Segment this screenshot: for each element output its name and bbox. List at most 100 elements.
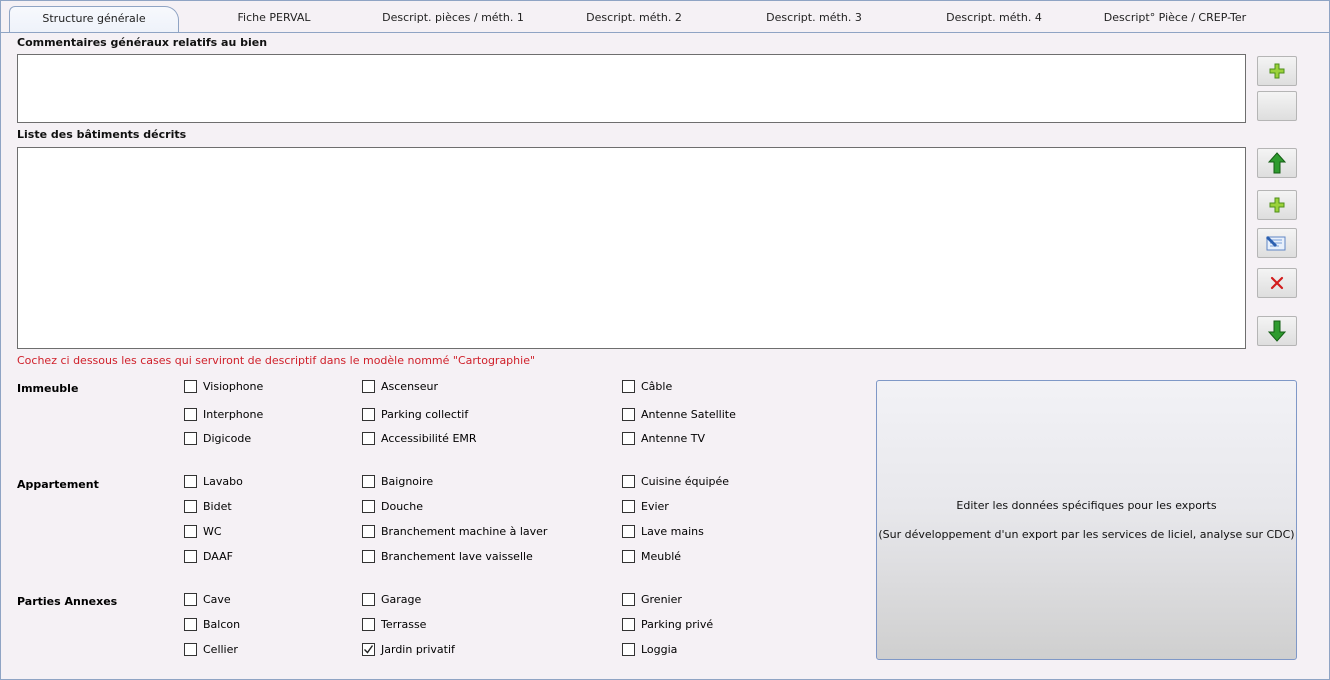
checkbox-box[interactable] [184,525,197,538]
checkbox-box[interactable] [362,380,375,393]
add-building-button[interactable] [1257,190,1297,220]
checkbox-label: Accessibilité EMR [381,432,477,445]
comments-textarea[interactable] [17,54,1246,123]
tab-descript-meth4[interactable]: Descript. méth. 4 [921,6,1067,31]
checkbox-label: Antenne TV [641,432,706,445]
checkbox-box[interactable] [362,500,375,513]
checkbox-parking-privé[interactable]: Parking privé [622,618,713,631]
tab-divider [1,32,1330,33]
checkbox-branchement-machine-à-laver[interactable]: Branchement machine à laver [362,525,547,538]
window-frame: Structure générale Fiche PERVAL Descript… [0,0,1330,680]
export-data-button[interactable]: Editer les données spécifiques pour les … [876,380,1297,660]
checkbox-box[interactable] [362,593,375,606]
checkbox-box[interactable] [184,475,197,488]
move-up-button[interactable] [1257,148,1297,178]
move-down-button[interactable] [1257,316,1297,346]
checkbox-label: Parking privé [641,618,714,631]
checkbox-box[interactable] [184,618,197,631]
add-comment-button[interactable] [1257,56,1297,86]
plus-icon [1269,63,1285,79]
checkbox-box[interactable] [362,618,375,631]
checkbox-loggia[interactable]: Loggia [622,643,677,656]
checkbox-cave[interactable]: Cave [184,593,231,606]
check-icon [364,645,374,654]
checkbox-box[interactable] [184,380,197,393]
checkbox-cellier[interactable]: Cellier [184,643,238,656]
checkbox-box[interactable] [184,432,197,445]
checkbox-box[interactable] [184,593,197,606]
checkbox-meublé[interactable]: Meublé [622,550,681,563]
checkbox-evier[interactable]: Evier [622,500,669,513]
group-label-immeuble: Immeuble [17,382,79,395]
tab-descript-meth2[interactable]: Descript. méth. 2 [561,6,707,31]
checkbox-label: Parking collectif [381,408,469,421]
checkbox-jardin-privatif[interactable]: Jardin privatif [362,643,455,656]
checkbox-terrasse[interactable]: Terrasse [362,618,426,631]
group-label-parties-annexes: Parties Annexes [17,595,118,608]
checkbox-ascenseur[interactable]: Ascenseur [362,380,438,393]
cartographie-note: Cochez ci dessous les cases qui serviron… [17,354,536,367]
tab-descript-pieces-meth1[interactable]: Descript. pièces / méth. 1 [367,6,539,31]
checkbox-box[interactable] [184,550,197,563]
checkbox-box[interactable] [622,432,635,445]
edit-icon [1266,236,1286,251]
checkbox-label: Meublé [641,550,682,563]
checkbox-box[interactable] [622,643,635,656]
checkbox-box[interactable] [622,550,635,563]
checkbox-box[interactable] [362,432,375,445]
checkbox-label: Bidet [203,500,232,513]
checkbox-digicode[interactable]: Digicode [184,432,251,445]
checkbox-box[interactable] [184,500,197,513]
checkbox-lave-mains[interactable]: Lave mains [622,525,704,538]
checkbox-grenier[interactable]: Grenier [622,593,682,606]
checkbox-box[interactable] [622,380,635,393]
buildings-label: Liste des bâtiments décrits [17,128,187,141]
checkbox-douche[interactable]: Douche [362,500,423,513]
checkbox-box[interactable] [184,643,197,656]
checkbox-box[interactable] [362,550,375,563]
delete-icon [1270,276,1284,290]
checkbox-box[interactable] [622,525,635,538]
checkbox-lavabo[interactable]: Lavabo [184,475,243,488]
delete-building-button[interactable] [1257,268,1297,298]
buildings-list[interactable] [17,147,1246,349]
checkbox-antenne-tv[interactable]: Antenne TV [622,432,705,445]
blank-comment-button[interactable] [1257,91,1297,121]
tab-fiche-perval[interactable]: Fiche PERVAL [201,6,347,31]
checkbox-box[interactable] [362,408,375,421]
checkbox-interphone[interactable]: Interphone [184,408,263,421]
checkbox-label: Ascenseur [381,380,439,393]
checkbox-daaf[interactable]: DAAF [184,550,233,563]
plus-icon [1269,197,1285,213]
checkbox-box[interactable] [362,643,375,656]
checkbox-câble[interactable]: Câble [622,380,672,393]
checkbox-parking-collectif[interactable]: Parking collectif [362,408,468,421]
checkbox-accessibilité-emr[interactable]: Accessibilité EMR [362,432,477,445]
checkbox-balcon[interactable]: Balcon [184,618,240,631]
checkbox-branchement-lave-vaisselle[interactable]: Branchement lave vaisselle [362,550,533,563]
checkbox-box[interactable] [362,525,375,538]
checkbox-box[interactable] [622,618,635,631]
tab-structure-generale[interactable]: Structure générale [9,6,179,33]
checkbox-label: Cuisine équipée [641,475,730,488]
export-panel-title: Editer les données spécifiques pour les … [956,499,1217,512]
checkbox-visiophone[interactable]: Visiophone [184,380,263,393]
checkbox-box[interactable] [622,500,635,513]
edit-building-button[interactable] [1257,228,1297,258]
tab-descript-piece-crep[interactable]: Descript° Pièce / CREP-Ter [1097,6,1253,31]
checkbox-baignoire[interactable]: Baignoire [362,475,433,488]
checkbox-box[interactable] [622,475,635,488]
checkbox-cuisine-équipée[interactable]: Cuisine équipée [622,475,729,488]
checkbox-label: Antenne Satellite [641,408,736,421]
checkbox-garage[interactable]: Garage [362,593,421,606]
checkbox-box[interactable] [362,475,375,488]
checkbox-wc[interactable]: WC [184,525,222,538]
checkbox-box[interactable] [622,593,635,606]
checkbox-box[interactable] [622,408,635,421]
checkbox-box[interactable] [184,408,197,421]
checkbox-antenne-satellite[interactable]: Antenne Satellite [622,408,736,421]
checkbox-label: Câble [641,380,673,393]
tab-descript-meth3[interactable]: Descript. méth. 3 [741,6,887,31]
checkbox-label: Lavabo [203,475,243,488]
checkbox-bidet[interactable]: Bidet [184,500,232,513]
